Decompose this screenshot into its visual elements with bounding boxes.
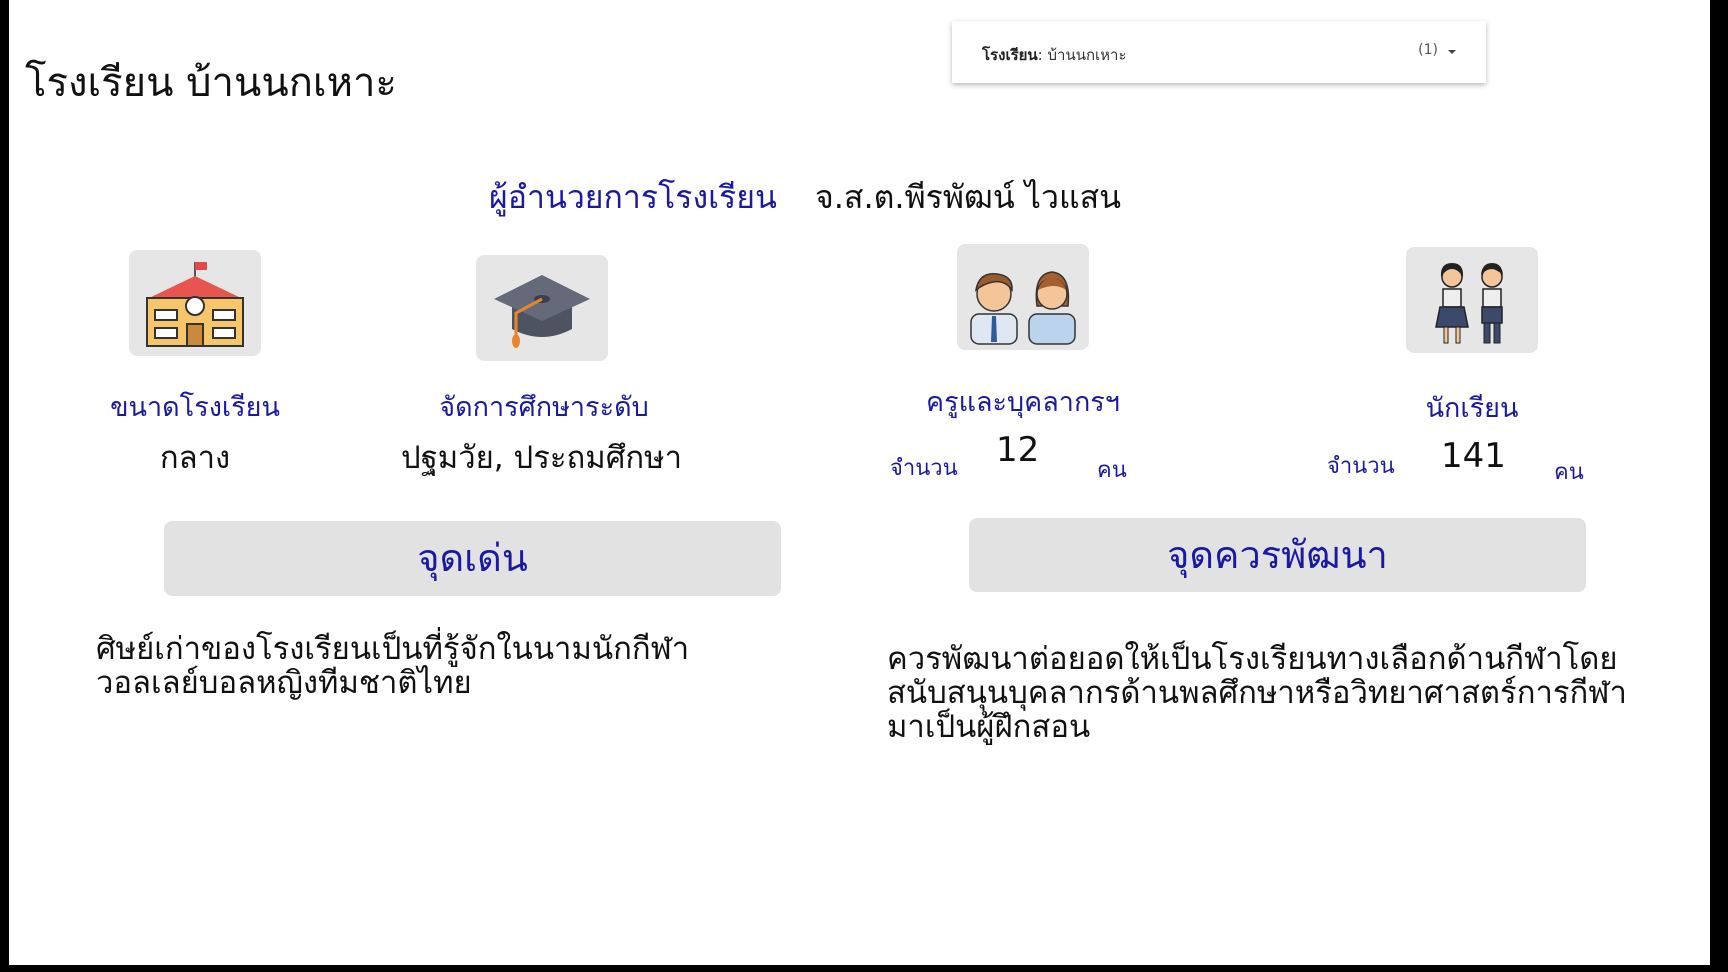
filter-label-group: โรงเรียน: บ้านนกเหาะ xyxy=(982,46,1127,64)
staff-count: 12 xyxy=(996,430,1040,470)
students-count: 141 xyxy=(1441,436,1506,476)
students-icon xyxy=(1406,247,1538,353)
school-size-caption: ขนาดโรงเรียน xyxy=(110,392,280,423)
school-filter-dropdown[interactable]: โรงเรียน: บ้านนกเหาะ (1) xyxy=(952,21,1486,83)
school-icon xyxy=(129,250,261,356)
chevron-down-icon[interactable] xyxy=(1448,50,1456,54)
staff-caption: ครูและบุคลากรฯ xyxy=(926,387,1120,418)
education-level-value: ปฐมวัย, ประถมศึกษา xyxy=(401,440,682,476)
students-caption: นักเรียน xyxy=(1425,393,1519,424)
filter-label: โรงเรียน xyxy=(982,46,1038,64)
filter-value: บ้านนกเหาะ xyxy=(1047,46,1127,64)
improvements-banner: จุดควรพัฒนา xyxy=(969,518,1586,592)
education-level-caption: จัดการศึกษาระดับ xyxy=(439,392,649,423)
students-count-label: จำนวน xyxy=(1327,454,1395,479)
director-label: ผู้อำนวยการโรงเรียน xyxy=(489,178,777,216)
school-size-value: กลาง xyxy=(159,440,231,476)
strengths-text: ศิษย์เก่าของโรงเรียนเป็นที่รู้จักในนามนั… xyxy=(96,631,690,701)
filter-count: (1) xyxy=(1418,42,1438,58)
graduation-cap-icon xyxy=(476,255,608,361)
strengths-banner: จุดเด่น xyxy=(164,521,781,596)
improvements-text: ควรพัฒนาต่อยอดให้เป็นโรงเรียนทางเลือกด้า… xyxy=(887,641,1627,745)
page-title: โรงเรียน บ้านนกเหาะ xyxy=(25,60,397,106)
director-name: จ.ส.ต.พีรพัฒน์ ไวแสน xyxy=(815,178,1121,216)
teachers-icon xyxy=(957,244,1089,350)
staff-unit: คน xyxy=(1097,458,1127,483)
students-unit: คน xyxy=(1554,460,1584,485)
staff-count-label: จำนวน xyxy=(890,456,958,481)
dashboard-page: โรงเรียน บ้านนกเหาะ โรงเรียน: บ้านนกเหาะ… xyxy=(9,0,1710,965)
